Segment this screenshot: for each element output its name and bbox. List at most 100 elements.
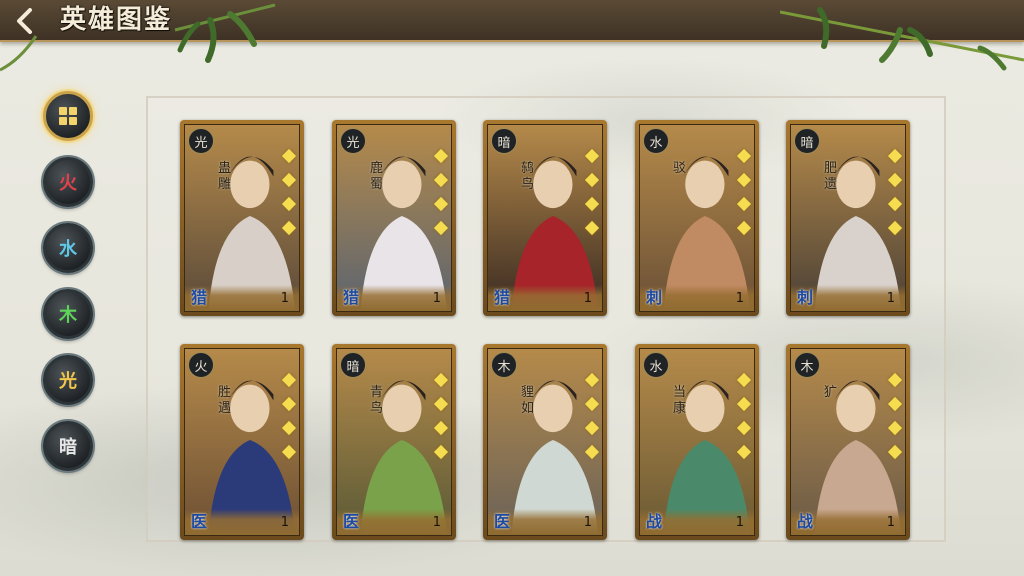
hero-card-frame: 火胜遇医 1 [184,348,300,536]
hero-level: 1 [886,515,895,530]
star-rating [433,372,449,471]
fire-icon: 火 [43,157,93,207]
hero-card[interactable]: 木貍如医 1 [483,344,607,540]
element-badge: 火 [188,352,214,378]
star-rating [887,148,903,247]
hero-card[interactable]: 水当康战 1 [635,344,759,540]
star-icon [736,220,752,236]
hero-card-frame: 木犷战 1 [790,348,906,536]
star-icon [281,172,297,188]
bamboo-decoration-right [780,7,1024,71]
filter-wood-button[interactable]: 木 [38,284,98,344]
hero-name: 貍如 [521,385,535,416]
hero-card[interactable]: 水驳刺 1 [635,120,759,316]
star-icon [887,444,903,460]
hero-card-frame: 暗青鸟医 1 [336,348,452,536]
star-icon [887,196,903,212]
star-icon [281,396,297,412]
water-icon: 水 [43,223,93,273]
dark-icon: 暗 [43,421,93,471]
hero-card[interactable]: 光鹿蜀猎 1 [332,120,456,316]
hero-card-frame: 水驳刺 1 [639,124,755,312]
hero-level: 1 [432,291,441,306]
star-icon [887,220,903,236]
hero-name: 鹿蜀 [370,161,384,192]
star-icon [736,196,752,212]
hero-name: 青鸟 [370,385,384,416]
hero-name: 胜遇 [218,385,232,416]
light-icon: 光 [43,355,93,405]
star-icon [584,196,600,212]
filter-dark-button[interactable]: 暗 [38,416,98,476]
hero-role: 猎 [494,288,511,307]
filter-fire-button[interactable]: 火 [38,152,98,212]
hero-card[interactable]: 暗鸫鸟猎 1 [483,120,607,316]
element-badge: 光 [340,128,366,154]
filter-all-disc [43,91,93,141]
star-rating [887,372,903,471]
star-icon [887,372,903,388]
wood-icon: 木 [43,289,93,339]
star-icon [584,396,600,412]
hero-card[interactable]: 光蛊雕猎 1 [180,120,304,316]
star-icon [887,148,903,164]
star-icon [584,420,600,436]
hero-role: 刺 [797,288,814,307]
hero-card[interactable]: 暗青鸟医 1 [332,344,456,540]
star-icon [887,420,903,436]
star-icon [584,220,600,236]
star-icon [281,444,297,460]
hero-card[interactable]: 暗肥遗刺 1 [786,120,910,316]
element-badge: 暗 [491,128,517,154]
hero-level: 1 [735,291,744,306]
hero-role: 猎 [191,288,208,307]
hero-card-frame: 光鹿蜀猎 1 [336,124,452,312]
star-icon [433,372,449,388]
hero-level: 1 [583,291,592,306]
star-rating [281,372,297,471]
star-icon [584,372,600,388]
hero-level: 1 [583,515,592,530]
hero-level: 1 [280,291,289,306]
grid-icon [59,107,77,125]
star-icon [281,148,297,164]
star-icon [281,220,297,236]
star-icon [584,148,600,164]
element-badge: 暗 [340,352,366,378]
star-icon [281,420,297,436]
filter-water-button[interactable]: 水 [38,218,98,278]
hero-name: 鸫鸟 [521,161,535,192]
element-badge: 水 [643,352,669,378]
hero-card[interactable]: 木犷战 1 [786,344,910,540]
star-icon [433,420,449,436]
hero-role: 猎 [343,288,360,307]
hero-level: 1 [280,515,289,530]
hero-role: 医 [494,512,511,531]
star-icon [433,444,449,460]
hero-role: 医 [191,512,208,531]
page-title: 英雄图鉴 [60,5,173,35]
star-icon [736,372,752,388]
star-icon [736,420,752,436]
star-icon [433,196,449,212]
filter-light-button[interactable]: 光 [38,350,98,410]
element-badge: 暗 [794,128,820,154]
star-icon [584,444,600,460]
star-icon [433,396,449,412]
element-badge: 光 [188,128,214,154]
element-badge: 木 [491,352,517,378]
star-icon [736,148,752,164]
star-rating [584,148,600,247]
filter-all-button[interactable] [38,86,98,146]
star-icon [281,196,297,212]
bamboo-decoration-corner [0,35,38,72]
star-icon [736,444,752,460]
star-icon [433,220,449,236]
hero-card-frame: 水当康战 1 [639,348,755,536]
hero-card-frame: 木貍如医 1 [487,348,603,536]
hero-role: 战 [646,512,663,531]
hero-level: 1 [432,515,441,530]
star-icon [584,172,600,188]
hero-level: 1 [886,291,895,306]
hero-card[interactable]: 火胜遇医 1 [180,344,304,540]
